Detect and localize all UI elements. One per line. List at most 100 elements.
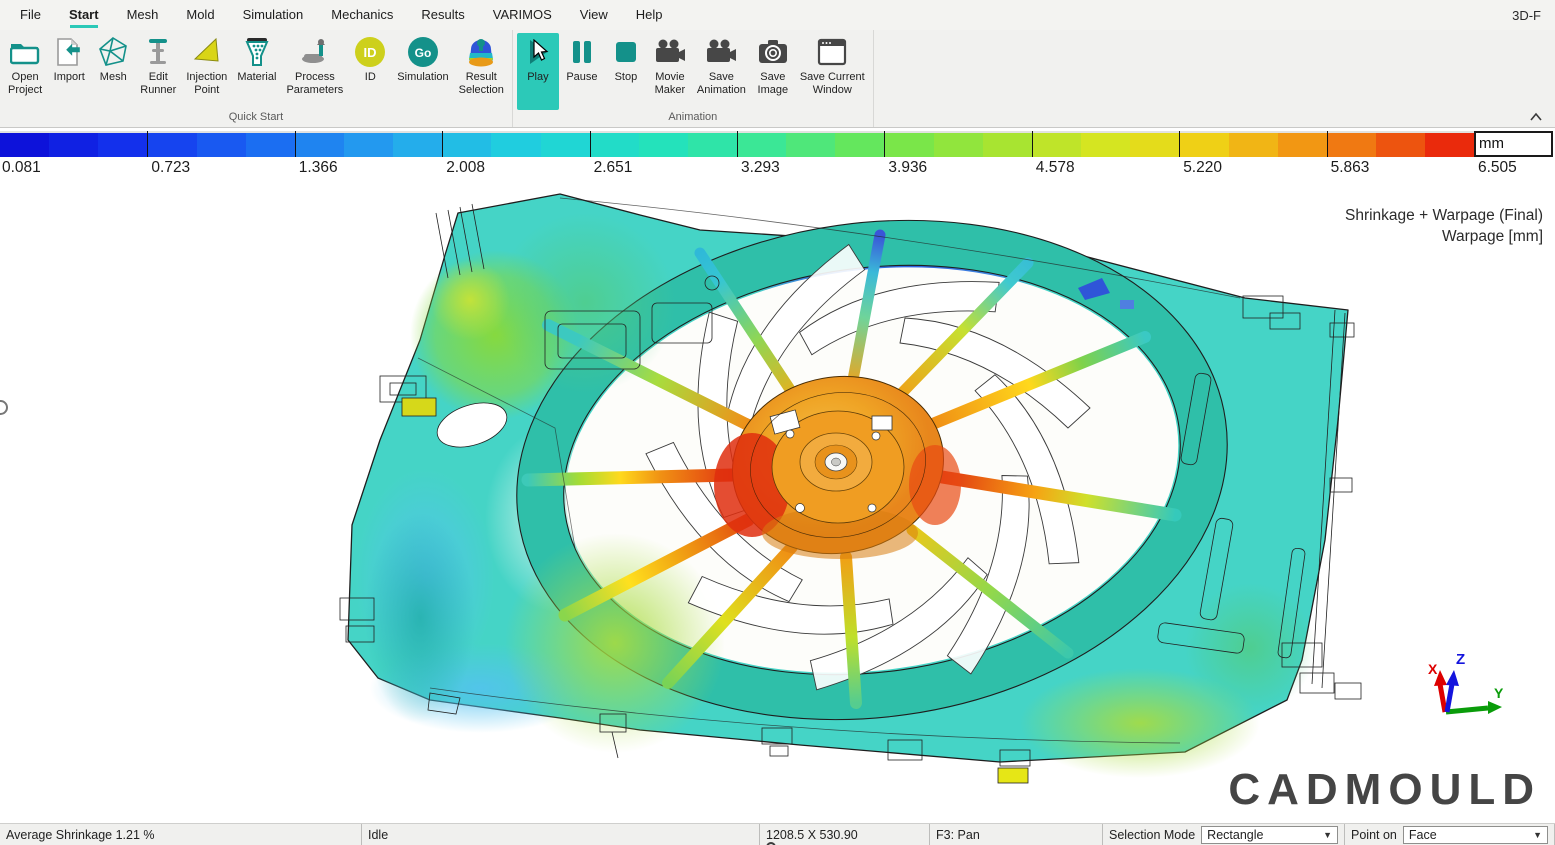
movie-maker-button[interactable]: Movie Maker bbox=[649, 33, 691, 110]
axis-z-label: Z bbox=[1456, 651, 1465, 668]
simulation-button[interactable]: Go Simulation bbox=[393, 33, 452, 110]
colorbar-tick bbox=[737, 131, 738, 157]
simulation-label: Simulation bbox=[397, 71, 448, 84]
import-button[interactable]: Import bbox=[48, 33, 90, 110]
clamp-icon bbox=[298, 35, 332, 69]
id-button[interactable]: ID ID bbox=[349, 33, 391, 110]
viewport-3d[interactable]: mm 0.0810.7231.3662.0082.6513.2933.9364.… bbox=[0, 128, 1555, 823]
edit-runner-button[interactable]: Edit Runner bbox=[136, 33, 180, 110]
injection-point-button[interactable]: Injection Point bbox=[182, 33, 231, 110]
save-current-window-button[interactable]: Save Current Window bbox=[796, 33, 869, 110]
fan-shroud-model[interactable] bbox=[0, 128, 1555, 823]
menu-results[interactable]: Results bbox=[407, 0, 478, 30]
id-badge-icon: ID bbox=[353, 35, 387, 69]
cone-icon bbox=[190, 35, 224, 69]
edit-runner-label: Edit Runner bbox=[140, 71, 176, 97]
window-mode-tag: 3D-F bbox=[1512, 8, 1555, 23]
stop-icon bbox=[609, 35, 643, 69]
ribbon-group-quick-start: Open Project Import Mesh Edit Runner Injecti… bbox=[0, 30, 513, 127]
menu-simulation[interactable]: Simulation bbox=[229, 0, 318, 30]
pause-button[interactable]: Pause bbox=[561, 33, 603, 110]
result-selection-label: Result Selection bbox=[459, 71, 504, 97]
colorbar-tick bbox=[147, 131, 148, 157]
menu-varimos[interactable]: VARIMOS bbox=[479, 0, 566, 30]
cursor-coordinates: 1208.5 X 530.90 bbox=[760, 824, 930, 845]
chevron-down-icon: ▼ bbox=[1323, 830, 1332, 840]
result-icon bbox=[464, 35, 498, 69]
ribbon-toolbar: Open Project Import Mesh Edit Runner Injecti… bbox=[0, 30, 1555, 128]
id-label: ID bbox=[365, 71, 376, 84]
menu-start[interactable]: Start bbox=[55, 0, 113, 30]
save-image-label: Save Image bbox=[758, 71, 789, 97]
window-icon bbox=[815, 35, 849, 69]
open-project-button[interactable]: Open Project bbox=[4, 33, 46, 110]
point-on-dropdown[interactable]: Face ▼ bbox=[1403, 826, 1548, 844]
pause-label: Pause bbox=[566, 71, 597, 84]
annotation-line1: Shrinkage + Warpage (Final) bbox=[1345, 205, 1543, 226]
axis-y-label: Y bbox=[1494, 685, 1504, 701]
result-selection-button[interactable]: Result Selection bbox=[455, 33, 508, 110]
injection-point-label: Injection Point bbox=[186, 71, 227, 97]
menu-file[interactable]: File bbox=[6, 0, 55, 30]
material-label: Material bbox=[237, 71, 276, 84]
open-project-label: Open Project bbox=[8, 71, 42, 97]
save-image-button[interactable]: Save Image bbox=[752, 33, 794, 110]
colorbar-tick bbox=[590, 131, 591, 157]
photo-camera-icon bbox=[756, 35, 790, 69]
point-on-label: Point on bbox=[1351, 828, 1397, 842]
solver-state-status: Idle bbox=[362, 824, 760, 845]
funnel-icon bbox=[240, 35, 274, 69]
material-button[interactable]: Material bbox=[233, 33, 280, 110]
axis-x-label: X bbox=[1428, 661, 1438, 677]
ribbon-group-label: Animation bbox=[515, 110, 871, 127]
stop-button[interactable]: Stop bbox=[605, 33, 647, 110]
save-animation-button[interactable]: Save Animation bbox=[693, 33, 750, 110]
movie-maker-label: Movie Maker bbox=[655, 71, 686, 97]
selection-mode-dropdown[interactable]: Rectangle ▼ bbox=[1201, 826, 1338, 844]
point-on-value: Face bbox=[1409, 828, 1437, 842]
menu-view[interactable]: View bbox=[566, 0, 622, 30]
go-icon: Go bbox=[406, 35, 440, 69]
menubar: FileStartMeshMoldSimulationMechanicsResu… bbox=[0, 0, 1555, 30]
chevron-down-icon: ▼ bbox=[1533, 830, 1542, 840]
process-parameters-button[interactable]: Process Parameters bbox=[282, 33, 347, 110]
mesh-button[interactable]: Mesh bbox=[92, 33, 134, 110]
play-button[interactable]: Play bbox=[517, 33, 559, 110]
pause-icon bbox=[565, 35, 599, 69]
svg-text:ID: ID bbox=[364, 45, 377, 60]
colorbar-tick bbox=[442, 131, 443, 157]
menu-mold[interactable]: Mold bbox=[172, 0, 228, 30]
menu-mesh[interactable]: Mesh bbox=[113, 0, 173, 30]
svg-text:Go: Go bbox=[415, 46, 432, 60]
colorbar-tick bbox=[1179, 131, 1180, 157]
selection-mode-value: Rectangle bbox=[1207, 828, 1263, 842]
ribbon-group-animation: Play Pause Stop Movie Maker Save Animation Sa… bbox=[513, 30, 874, 127]
menu-mechanics[interactable]: Mechanics bbox=[317, 0, 407, 30]
colorbar-tick bbox=[1327, 131, 1328, 157]
menu-help[interactable]: Help bbox=[622, 0, 677, 30]
collapse-ribbon-chevron-icon[interactable] bbox=[1529, 111, 1543, 123]
cadmould-window: FileStartMeshMoldSimulationMechanicsResu… bbox=[0, 0, 1555, 845]
colorbar-tick bbox=[1032, 131, 1033, 157]
annotation-line2: Warpage [mm] bbox=[1345, 226, 1543, 247]
mesh-label: Mesh bbox=[100, 71, 127, 84]
result-annotation: Shrinkage + Warpage (Final) Warpage [mm] bbox=[1345, 205, 1543, 247]
save-current-window-label: Save Current Window bbox=[800, 71, 865, 97]
stop-label: Stop bbox=[615, 71, 638, 84]
import-label: Import bbox=[54, 71, 85, 84]
import-icon bbox=[52, 35, 86, 69]
ribbon-group-label: Quick Start bbox=[2, 110, 510, 127]
play-label: Play bbox=[527, 71, 548, 84]
mesh-icon bbox=[96, 35, 130, 69]
colorbar-tick bbox=[884, 131, 885, 157]
movie-camera-icon bbox=[704, 35, 738, 69]
process-parameters-label: Process Parameters bbox=[286, 71, 343, 97]
movie-camera-icon bbox=[653, 35, 687, 69]
average-shrinkage-status: Average Shrinkage 1.21 % bbox=[0, 824, 362, 845]
pan-hint: F3: Pan bbox=[930, 824, 1103, 845]
folder-icon bbox=[8, 35, 42, 69]
save-animation-label: Save Animation bbox=[697, 71, 746, 97]
axis-triad: X Z Y bbox=[1424, 650, 1510, 724]
runner-icon bbox=[141, 35, 175, 69]
colorbar-tick bbox=[295, 131, 296, 157]
